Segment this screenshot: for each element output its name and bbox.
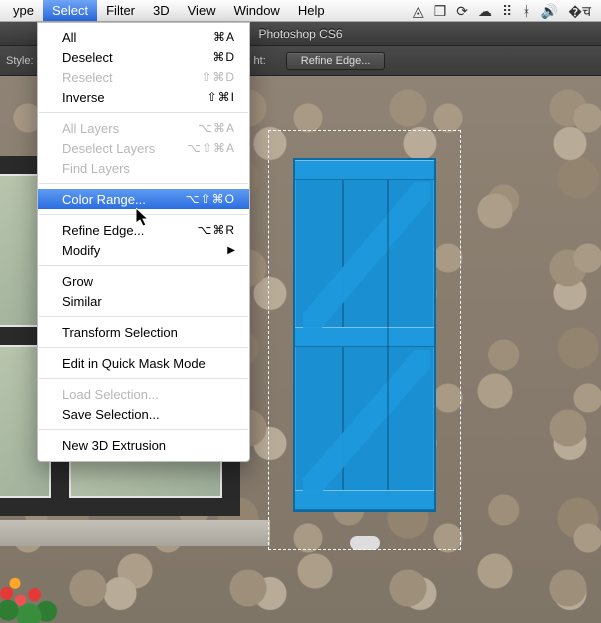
menu-item-shortcut: ⇧⌘I xyxy=(207,90,235,104)
menu-item-shortcut: ⇧⌘D xyxy=(201,70,235,84)
flowers xyxy=(0,571,64,623)
menu-separator xyxy=(39,316,248,317)
menu-item-load-selection: Load Selection... xyxy=(38,384,249,404)
menu-item-label: Reselect xyxy=(62,70,201,85)
menu-item-label: Load Selection... xyxy=(62,387,235,402)
menu-item-grow[interactable]: Grow xyxy=(38,271,249,291)
menu-separator xyxy=(39,183,248,184)
menu-3d[interactable]: 3D xyxy=(144,0,179,21)
grid-icon[interactable]: ⠿ xyxy=(502,0,512,22)
submenu-arrow-icon: ▶ xyxy=(227,245,235,256)
menu-select[interactable]: Select xyxy=(43,0,97,21)
wifi-icon[interactable]: �च xyxy=(568,0,591,22)
refine-edge-button[interactable]: Refine Edge... xyxy=(286,52,386,70)
menu-item-reselect: Reselect⇧⌘D xyxy=(38,67,249,87)
menu-item-label: All Layers xyxy=(62,121,198,136)
menu-item-shortcut: ⌘D xyxy=(212,50,235,64)
bluetooth-icon[interactable]: ᚼ xyxy=(522,0,530,22)
menu-item-all[interactable]: All⌘A xyxy=(38,27,249,47)
menu-item-label: Grow xyxy=(62,274,235,289)
menu-item-label: All xyxy=(62,30,213,45)
menu-item-shortcut: ⌘A xyxy=(213,30,235,44)
menu-item-label: Color Range... xyxy=(62,192,186,207)
menu-item-label: New 3D Extrusion xyxy=(62,438,235,453)
menu-item-label: Deselect Layers xyxy=(62,141,187,156)
menu-item-color-range[interactable]: Color Range...⌥⇧⌘O xyxy=(38,189,249,209)
blue-shutter xyxy=(293,158,436,512)
menu-item-label: Refine Edge... xyxy=(62,223,198,238)
menu-item-deselect[interactable]: Deselect⌘D xyxy=(38,47,249,67)
menu-view[interactable]: View xyxy=(179,0,225,21)
select-menu-dropdown: All⌘ADeselect⌘DReselect⇧⌘DInverse⇧⌘IAll … xyxy=(37,22,250,462)
menu-item-label: Similar xyxy=(62,294,235,309)
menu-item-transform-selection[interactable]: Transform Selection xyxy=(38,322,249,342)
menu-filter[interactable]: Filter xyxy=(97,0,144,21)
menu-window[interactable]: Window xyxy=(225,0,289,21)
menu-separator xyxy=(39,347,248,348)
menu-separator xyxy=(39,214,248,215)
menu-item-find-layers: Find Layers xyxy=(38,158,249,178)
mac-menubar: ype Select Filter 3D View Window Help ◬ … xyxy=(0,0,601,22)
menu-item-label: Inverse xyxy=(62,90,207,105)
volume-icon[interactable]: 🔊 xyxy=(541,0,558,22)
cloud-icon[interactable]: ☁ xyxy=(478,0,492,22)
menu-item-all-layers: All Layers⌥⌘A xyxy=(38,118,249,138)
menu-item-save-selection[interactable]: Save Selection... xyxy=(38,404,249,424)
menu-item-label: Deselect xyxy=(62,50,212,65)
menu-separator xyxy=(39,265,248,266)
menu-item-label: Modify xyxy=(62,243,219,258)
style-label: Style: xyxy=(6,55,34,67)
menu-item-label: Edit in Quick Mask Mode xyxy=(62,356,235,371)
menu-separator xyxy=(39,112,248,113)
stone-sill xyxy=(0,520,270,546)
menu-item-label: Save Selection... xyxy=(62,407,235,422)
menu-type[interactable]: ype xyxy=(4,0,43,21)
menu-item-label: Transform Selection xyxy=(62,325,235,340)
menu-separator xyxy=(39,429,248,430)
shutter-latch xyxy=(350,536,380,550)
menubar-extras: ◬ ❒ ⟳ ☁ ⠿ ᚼ 🔊 �च xyxy=(413,0,601,22)
menu-item-shortcut: ⌥⌘A xyxy=(198,121,235,135)
dropbox-icon[interactable]: ❒ xyxy=(434,0,447,22)
menu-item-deselect-layers: Deselect Layers⌥⇧⌘A xyxy=(38,138,249,158)
menu-item-shortcut: ⌥⇧⌘A xyxy=(187,141,235,155)
menu-item-inverse[interactable]: Inverse⇧⌘I xyxy=(38,87,249,107)
height-label: ht: xyxy=(254,55,266,67)
menu-item-refine-edge[interactable]: Refine Edge...⌥⌘R xyxy=(38,220,249,240)
menu-item-edit-in-quick-mask-mode[interactable]: Edit in Quick Mask Mode xyxy=(38,353,249,373)
menu-item-shortcut: ⌥⌘R xyxy=(198,223,236,237)
menu-help[interactable]: Help xyxy=(289,0,334,21)
sync-icon[interactable]: ⟳ xyxy=(456,0,468,22)
menu-item-new-3d-extrusion[interactable]: New 3D Extrusion xyxy=(38,435,249,455)
menu-item-similar[interactable]: Similar xyxy=(38,291,249,311)
gdrive-icon[interactable]: ◬ xyxy=(413,0,424,22)
menu-separator xyxy=(39,378,248,379)
menu-item-label: Find Layers xyxy=(62,161,235,176)
app-title: Photoshop CS6 xyxy=(258,27,342,41)
menu-item-shortcut: ⌥⇧⌘O xyxy=(186,192,235,206)
menu-item-modify[interactable]: Modify ▶ xyxy=(38,240,249,260)
